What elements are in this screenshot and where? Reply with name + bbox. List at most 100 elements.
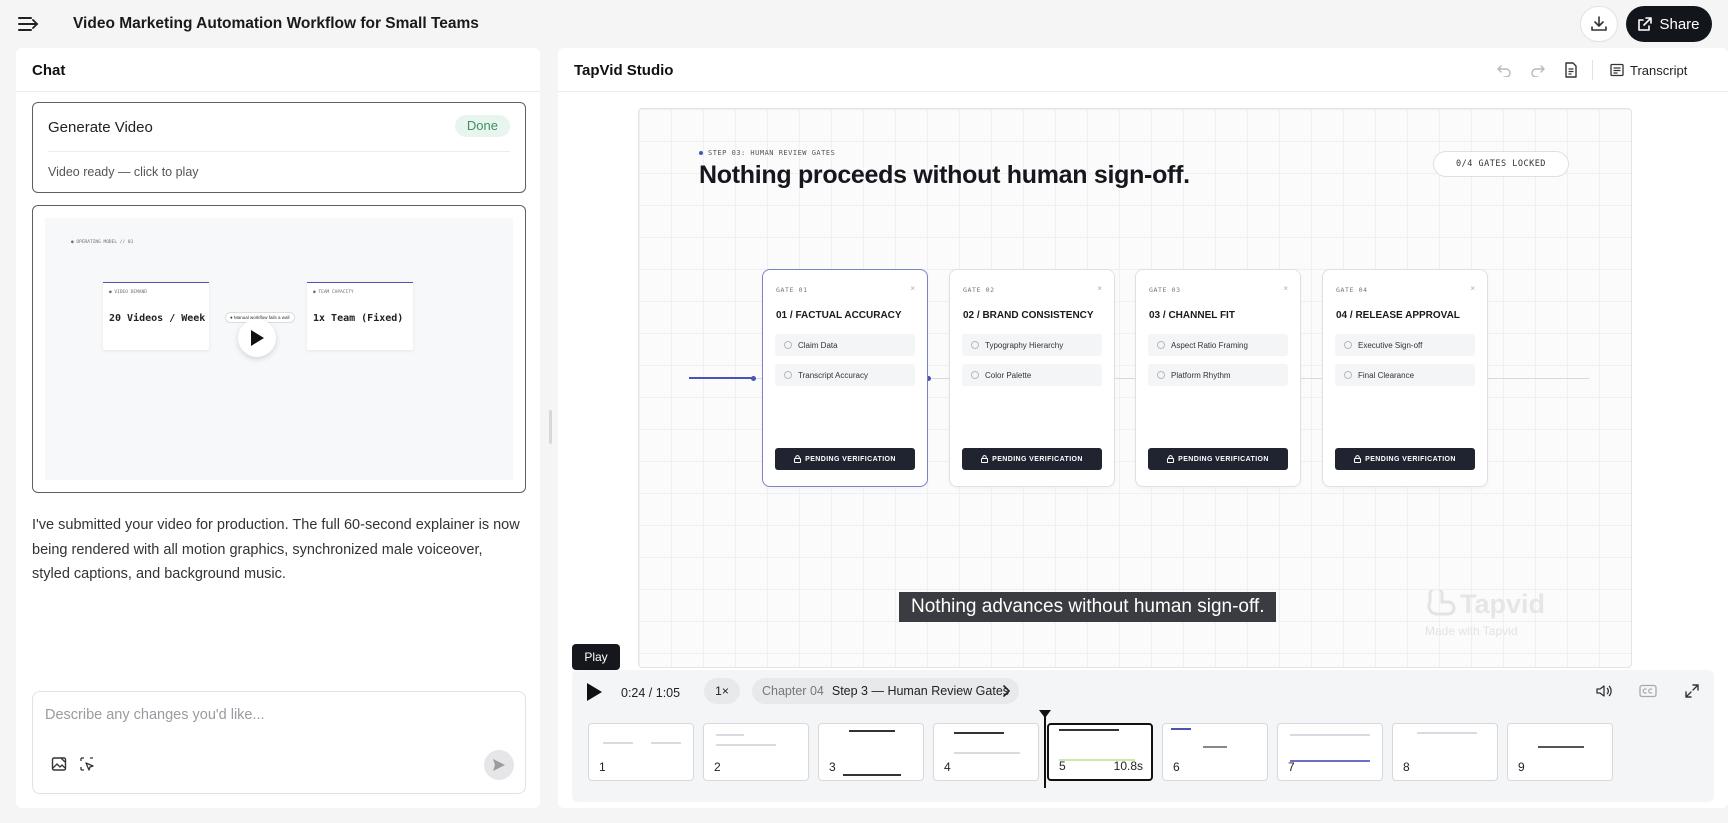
play-button[interactable] [582, 680, 606, 704]
scene-thumbnail-5[interactable]: 5 10.8s [1047, 723, 1153, 781]
divider [48, 151, 510, 152]
flow-node [751, 376, 756, 381]
gate-checklist-item[interactable]: Claim Data [775, 334, 915, 356]
gate-button-label: PENDING VERIFICATION [992, 455, 1083, 463]
document-icon[interactable] [1562, 61, 1580, 79]
scene-thumbnail-7[interactable]: 7 [1277, 723, 1383, 781]
thumbnail-number: 5 [1059, 759, 1066, 773]
gate-card-1[interactable]: GATE 01 × 01 / FACTUAL ACCURACY Claim Da… [762, 269, 928, 487]
next-chapter-icon[interactable] [997, 682, 1015, 700]
header-divider [1592, 60, 1593, 80]
pending-verification-button[interactable]: PENDING VERIFICATION [775, 448, 915, 470]
checkbox-circle-icon [1344, 341, 1352, 349]
volume-icon[interactable] [1594, 682, 1614, 700]
thumb-line [1059, 729, 1119, 731]
subtitle-caption: Nothing advances without human sign-off. [899, 592, 1277, 622]
checkbox-circle-icon [971, 371, 979, 379]
scene-thumbnail-8[interactable]: 8 [1392, 723, 1498, 781]
gate-number: GATE 01 [776, 286, 808, 294]
assistant-message: I've submitted your video for production… [32, 517, 520, 582]
checkbox-circle-icon [971, 341, 979, 349]
studio-title: TapVid Studio [574, 62, 674, 79]
thumb-line [1290, 734, 1370, 736]
chat-input[interactable] [45, 704, 505, 726]
thumb-line [843, 774, 901, 776]
checkbox-circle-icon [784, 341, 792, 349]
step-dot [699, 151, 703, 155]
close-icon: × [1097, 284, 1102, 293]
share-button[interactable]: Share [1626, 6, 1712, 42]
gate-title: 01 / FACTUAL ACCURACY [776, 310, 902, 321]
thumbnail-number: 7 [1288, 760, 1295, 774]
gate-card-3[interactable]: GATE 03 × 03 / CHANNEL FIT Aspect Ratio … [1135, 269, 1301, 487]
captions-icon[interactable] [1638, 682, 1658, 700]
sidebar-toggle-icon[interactable] [17, 13, 39, 35]
generate-video-card[interactable]: Generate Video Done Video ready — click … [32, 102, 526, 193]
scene-thumbnail-3[interactable]: 3 [818, 723, 924, 781]
chapter-number: Chapter 04 [762, 684, 824, 698]
preview-team-capacity-box: ● TEAM CAPACITY 1x Team (Fixed) [307, 282, 413, 350]
generate-video-title: Generate Video [48, 119, 153, 136]
gate-item-label: Transcript Accuracy [798, 370, 868, 380]
thumb-line [1203, 746, 1227, 748]
panel-resize-handle[interactable] [549, 410, 552, 444]
slide-canvas[interactable]: STEP 03: HUMAN REVIEW GATES Nothing proc… [638, 108, 1632, 668]
share-label: Share [1659, 15, 1700, 33]
pending-verification-button[interactable]: PENDING VERIFICATION [962, 448, 1102, 470]
gate-checklist-item[interactable]: Color Palette [962, 364, 1102, 386]
video-preview-card[interactable]: ● OPERATING MODEL // 01 ● VIDEO DEMAND 2… [32, 205, 526, 493]
scene-thumbnail-6[interactable]: 6 [1162, 723, 1268, 781]
download-icon [1591, 16, 1607, 31]
share-icon [1638, 17, 1653, 31]
image-upload-icon[interactable] [49, 754, 69, 774]
gate-checklist-item[interactable]: Typography Hierarchy [962, 334, 1102, 356]
scene-thumbnail-2[interactable]: 2 [703, 723, 809, 781]
thumb-line [849, 730, 895, 732]
select-element-icon[interactable] [77, 754, 97, 774]
undo-icon[interactable] [1495, 61, 1513, 79]
chat-header: Chat [16, 48, 540, 92]
gate-item-label: Platform Rhythm [1171, 370, 1231, 380]
step-label-text: STEP 03: HUMAN REVIEW GATES [708, 149, 836, 157]
lock-icon [981, 455, 989, 463]
gate-checklist-item[interactable]: Aspect Ratio Framing [1148, 334, 1288, 356]
scene-thumbnail-9[interactable]: 9 [1507, 723, 1613, 781]
pending-verification-button[interactable]: PENDING VERIFICATION [1335, 448, 1475, 470]
watermark-subtitle: Made with Tapvid [1425, 624, 1518, 638]
gate-checklist-item[interactable]: Final Clearance [1335, 364, 1475, 386]
gate-card-2[interactable]: GATE 02 × 02 / BRAND CONSISTENCY Typogra… [949, 269, 1115, 487]
transcript-button[interactable]: Transcript [1610, 60, 1687, 80]
fullscreen-icon[interactable] [1682, 682, 1702, 700]
preview-right-label: ● TEAM CAPACITY [313, 290, 354, 295]
chapter-indicator[interactable]: Chapter 04 Step 3 — Human Review Gates [752, 678, 1020, 704]
time-display: 0:24 / 1:05 [621, 686, 681, 700]
checkbox-circle-icon [1344, 371, 1352, 379]
close-icon: × [1470, 284, 1475, 293]
lock-icon [1167, 455, 1175, 463]
gate-card-4[interactable]: GATE 04 × 04 / RELEASE APPROVAL Executiv… [1322, 269, 1488, 487]
playback-speed-button[interactable]: 1× [704, 678, 740, 704]
scene-thumbnail-1[interactable]: 1 [588, 723, 694, 781]
play-icon [587, 683, 602, 701]
thumbnail-number: 3 [829, 760, 836, 774]
gate-item-label: Claim Data [798, 340, 838, 350]
gate-checklist-item[interactable]: Platform Rhythm [1148, 364, 1288, 386]
playhead[interactable] [1044, 716, 1046, 788]
gate-checklist-item[interactable]: Transcript Accuracy [775, 364, 915, 386]
slide-title: Nothing proceeds without human sign-off. [699, 161, 1190, 189]
gate-item-label: Aspect Ratio Framing [1171, 340, 1248, 350]
video-thumbnail[interactable]: ● OPERATING MODEL // 01 ● VIDEO DEMAND 2… [45, 218, 513, 480]
gate-number: GATE 02 [963, 286, 995, 294]
thumbnail-number: 4 [944, 760, 951, 774]
download-button[interactable] [1580, 6, 1618, 42]
thumb-line [603, 742, 633, 744]
pending-verification-button[interactable]: PENDING VERIFICATION [1148, 448, 1288, 470]
send-button[interactable] [484, 750, 514, 780]
document-title: Video Marketing Automation Workflow for … [73, 15, 479, 32]
scene-thumbnail-4[interactable]: 4 [933, 723, 1039, 781]
preview-section-label: ● OPERATING MODEL // 01 [71, 240, 134, 245]
play-video-button[interactable] [238, 319, 276, 357]
gate-checklist-item[interactable]: Executive Sign-off [1335, 334, 1475, 356]
gate-number: GATE 04 [1336, 286, 1368, 294]
redo-icon[interactable] [1529, 61, 1547, 79]
